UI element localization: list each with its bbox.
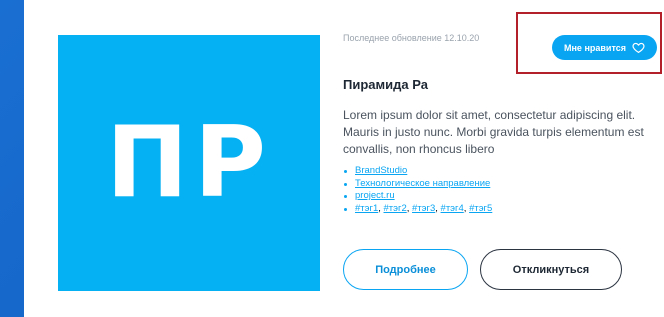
hashtag-link[interactable]: #тэг4 xyxy=(441,203,464,214)
direction-link[interactable]: Технологическое направление xyxy=(355,178,490,189)
respond-button[interactable]: Откликнуться xyxy=(480,249,622,290)
link-item: BrandStudio xyxy=(343,165,492,178)
like-button-label: Мне нравится xyxy=(564,42,626,53)
last-updated-text: Последнее обновление 12.10.20 xyxy=(343,33,480,43)
hashtag-list: #тэг1, #тэг2, #тэг3, #тэг4, #тэг5 xyxy=(343,203,492,216)
project-logo: ПР xyxy=(58,35,320,291)
hashtag-link[interactable]: #тэг2 xyxy=(384,203,407,214)
project-title: Пирамида Ра xyxy=(343,77,428,92)
heart-icon xyxy=(632,42,645,53)
brandstudio-link[interactable]: BrandStudio xyxy=(355,165,407,176)
project-site-link[interactable]: project.ru xyxy=(355,190,395,201)
link-item: project.ru xyxy=(343,190,492,203)
project-description: Lorem ipsum dolor sit amet, consectetur … xyxy=(343,108,644,156)
logo-text: ПР xyxy=(106,106,272,220)
hashtag-link[interactable]: #тэг1 xyxy=(355,203,378,214)
link-item: Технологическое направление xyxy=(343,178,492,191)
like-button[interactable]: Мне нравится xyxy=(552,35,657,60)
details-button[interactable]: Подробнее xyxy=(343,249,468,290)
project-links: BrandStudio Технологическое направление … xyxy=(343,165,492,215)
hashtag-link[interactable]: #тэг3 xyxy=(412,203,435,214)
hashtag-link[interactable]: #тэг5 xyxy=(469,203,492,214)
